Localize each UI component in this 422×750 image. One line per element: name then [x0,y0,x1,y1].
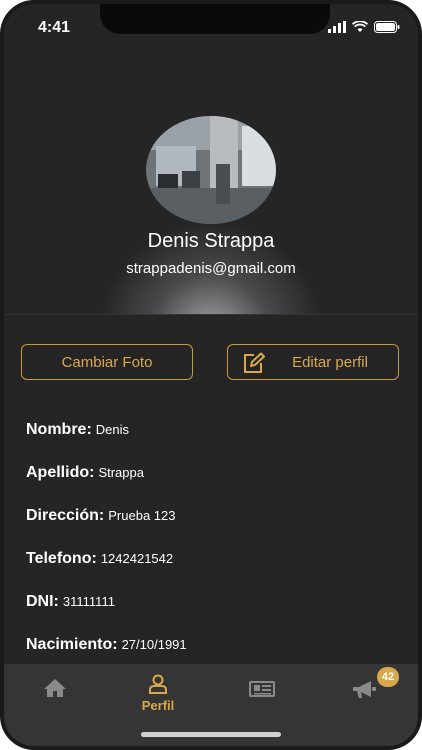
field-label: Telefono: [26,550,97,567]
wifi-icon [352,21,368,32]
field-label: Nacimiento: [26,636,118,653]
field-telefono: Telefono: 1242421542 [26,550,173,568]
field-value: 31111111 [62,594,115,609]
megaphone-icon [353,681,376,698]
profile-email: strappadenis@gmail.com [126,260,296,277]
field-apellido: Apellido: Strappa [26,464,144,482]
notch [100,4,330,34]
field-nacimiento: Nacimiento: 27/10/1991 [26,636,187,654]
office-photo [146,116,276,224]
field-value: 27/10/1991 [121,637,187,652]
signal-icon [328,21,346,33]
tab-news[interactable] [212,664,312,724]
status-icons [328,21,400,33]
field-label: Dirección: [26,507,105,524]
home-icon [44,679,66,697]
field-label: Apellido: [26,464,95,481]
field-label: DNI: [26,593,59,610]
field-label: Nombre: [26,421,92,438]
change-photo-button[interactable]: Cambiar Foto [21,344,193,380]
profile-name: Denis Strappa [147,230,275,252]
tab-home[interactable] [5,664,105,724]
phone-frame: 4:41 Denis Strappa strappadenis@gmail.co… [0,0,422,750]
field-direccion: Dirección: Prueba 123 [26,507,175,525]
edit-profile-button[interactable]: Editar perfil [227,344,399,380]
status-time: 4:41 [38,19,71,36]
tab-perfil[interactable]: Perfil [108,664,208,724]
battery-icon [374,21,400,33]
app-screen: 4:41 Denis Strappa strappadenis@gmail.co… [4,4,418,746]
notification-badge: 42 [377,667,399,687]
field-value: Denis [95,422,130,437]
tab-perfil-label: Perfil [141,698,175,713]
news-icon [249,681,275,697]
user-icon [149,674,167,694]
edit-icon [244,352,265,373]
field-value: Prueba 123 [108,508,176,523]
edit-profile-label: Editar perfil [292,353,368,371]
field-value: Strappa [98,465,144,480]
field-dni: DNI: 31111111 [26,593,115,611]
home-indicator [141,732,281,737]
avatar [146,116,276,224]
field-value: 1242421542 [100,551,174,566]
header-divider [4,314,418,315]
field-nombre: Nombre: Denis [26,421,129,439]
tab-announcements[interactable] [315,664,415,724]
change-photo-label: Cambiar Foto [61,353,153,371]
